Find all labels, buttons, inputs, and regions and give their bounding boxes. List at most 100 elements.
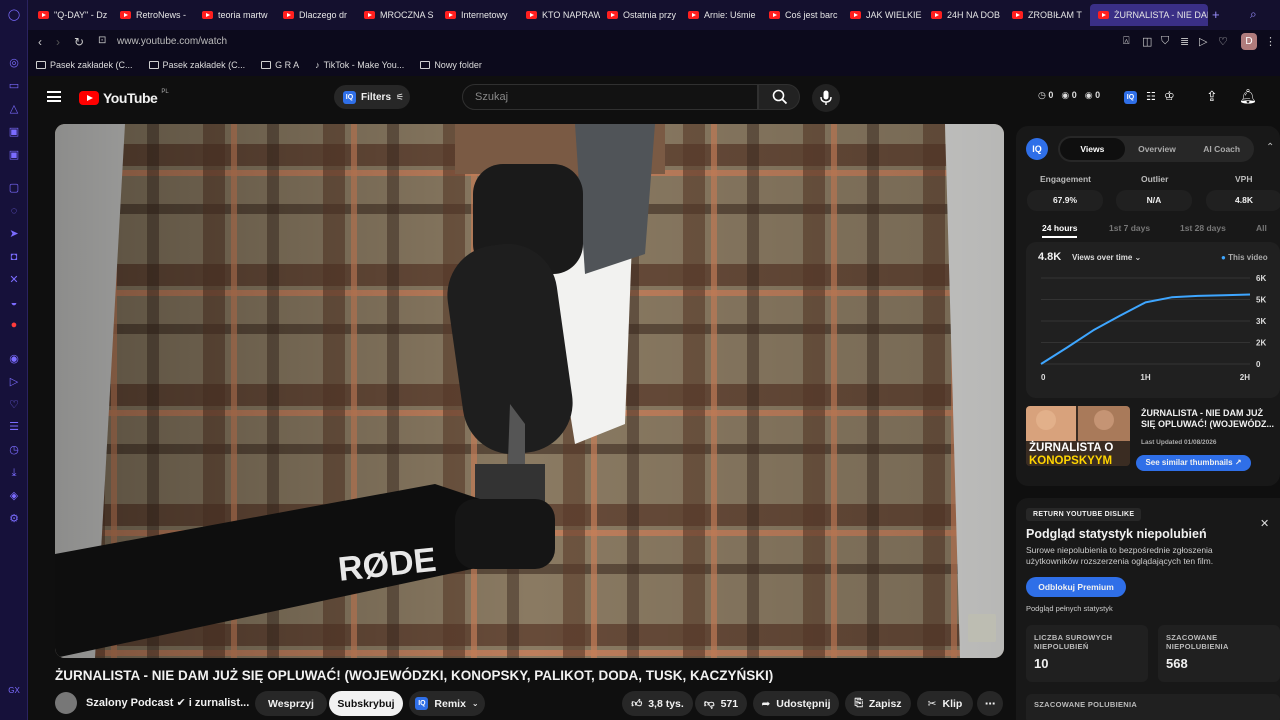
messenger-icon[interactable]: ◌ [7,204,21,218]
channel-name[interactable]: Szalony Podcast ✔ i zurnalist... [86,696,249,709]
tab-ai-coach[interactable]: AI Coach [1189,144,1254,154]
browser-tab[interactable]: 24H NA DOB [931,6,1005,24]
new-tab-icon[interactable]: + [1212,7,1220,22]
youtube-icon [202,11,213,19]
x-icon[interactable]: ✕ [7,273,21,287]
channel-avatar[interactable] [55,692,77,714]
browser-tab[interactable]: Coś jest barc [769,6,843,24]
hamburger-menu-icon[interactable] [47,91,61,102]
history-rail-icon[interactable]: ☰ [7,420,21,434]
snapshot-icon[interactable]: ◫ [1142,35,1152,48]
browser-tab[interactable]: Arnie: Uśmie [688,6,762,24]
browser-tab[interactable]: KTO NAPRAW [526,6,600,24]
create-upload-icon[interactable]: ⇪ [1206,88,1218,105]
browser-tab[interactable]: JAK WIELKIE [850,6,924,24]
subscribe-button[interactable]: Subskrybuj [329,691,403,716]
heart-icon[interactable]: ♡ [1218,35,1228,48]
discord-icon[interactable]: ◒ [7,296,21,310]
video-player[interactable]: RØDE [55,124,1004,658]
search-button[interactable] [758,84,800,110]
back-icon[interactable]: ‹ [38,35,42,49]
ryd-preview-text: Podgląd pełnych statystyk [1026,604,1113,613]
vidiq-checklist-icon[interactable]: ☷ [1146,90,1156,103]
range-all[interactable]: All [1256,223,1267,233]
easy-setup-icon[interactable]: ≣ [1180,35,1189,48]
more-actions-button[interactable]: ⋯ [977,691,1003,716]
similar-thumbnail[interactable]: ŻURNALISTA O KONOPSKYYM [1026,406,1130,466]
x-tick-label: 1H [1140,373,1150,382]
notifications-icon[interactable]: 🔔︎ [1239,88,1257,105]
bookmark-item[interactable]: G R A [261,60,299,70]
clock-icon[interactable]: ◷ [7,443,21,457]
browser-tab[interactable]: RetroNews - [120,6,194,24]
menu-icon[interactable]: ⋮ [1265,35,1276,48]
achievement-icon[interactable]: ♔ [1164,89,1175,103]
send-icon[interactable]: ▷ [7,375,21,389]
record-icon[interactable]: ● [7,318,21,332]
download-icon[interactable]: ⤓ [7,466,21,480]
profile-avatar[interactable]: D [1241,33,1257,50]
filters-button[interactable]: IQ Filters ⚟ [334,85,410,109]
browser-tab[interactable]: Internetowy [445,6,519,24]
browser-tab[interactable]: MROCZNA S [364,6,438,24]
search-input[interactable]: Szukaj [462,84,758,110]
tab-search-icon[interactable]: ⌕ [1250,7,1257,22]
heart-icon[interactable]: ♡ [7,398,21,412]
bookmark-item[interactable]: Pasek zakładek (C... [148,60,245,70]
instagram-icon[interactable]: ◘ [7,250,21,264]
spotify-icon[interactable]: ◉ [7,352,21,366]
pin-icon[interactable]: ⍓ [1123,35,1130,48]
browser-tab-active[interactable]: ŻURNALISTA - NIE DAM [1090,4,1208,26]
tab-overview[interactable]: Overview [1125,144,1190,154]
twitch-icon[interactable]: ▢ [7,181,21,195]
share-button[interactable]: ➦ Udostępnij [753,691,839,716]
aria-icon[interactable]: ◎ [7,56,21,70]
telegram-icon[interactable]: ➤ [7,227,21,241]
bookmark-item[interactable]: Pasek zakładek (C... [36,60,133,70]
site-info-icon[interactable]: ⊡ [98,35,106,46]
range-28d[interactable]: 1st 28 days [1180,223,1226,233]
youtube-logo[interactable]: YouTube PL [79,89,169,106]
like-button[interactable]: 👍︎ 3,8 tys. [622,691,693,716]
flow-icon[interactable]: △ [7,102,21,116]
workspace-icon[interactable]: ▭ [7,79,21,93]
browser-tab[interactable]: ZROBIŁAM T [1012,6,1086,24]
browser-tab[interactable]: Dlaczego dr [283,6,357,24]
endscreen-thumbnail[interactable] [968,614,996,642]
support-button[interactable]: Wesprzyj [255,691,327,716]
forward-icon[interactable]: › [56,35,60,49]
browser-tab[interactable]: Ostatnia przy [607,6,681,24]
series-line [1040,293,1251,365]
shield-icon[interactable]: ⛉ [1161,35,1169,48]
bookmark-icon: ⎘ [854,697,863,709]
extensions-rail-icon[interactable]: ◈ [7,489,21,503]
browser-tab[interactable]: "Q-DAY" - Dz [38,6,113,24]
reload-icon[interactable]: ↻ [74,35,84,49]
save-button[interactable]: ⎘ Zapisz [845,691,911,716]
flow-send-icon[interactable]: ▷ [1199,35,1207,48]
vidiq-logo-icon: IQ [1026,138,1048,160]
vidiq-icon[interactable]: IQ [1124,91,1137,104]
thumbs-up-icon: 👍︎ [631,698,643,710]
dislike-button[interactable]: 👎︎ 571 [695,691,747,716]
opera-icon[interactable]: ◯ [7,8,21,22]
bookmark-item[interactable]: Nowy folder [420,60,482,70]
browser-tab[interactable]: teoria martw [202,6,276,24]
see-similar-thumbnails-button[interactable]: See similar thumbnails ↗ [1136,455,1251,471]
voice-search-button[interactable] [812,84,840,112]
gx-icon[interactable]: GX [7,684,21,698]
settings-icon[interactable]: ⚙ [7,512,21,526]
url-field[interactable]: www.youtube.com/watch [117,36,227,47]
collapse-icon[interactable]: ⌃ [1266,142,1274,153]
player-icon[interactable]: ▣ [7,125,21,139]
close-icon[interactable]: ✕ [1260,517,1269,530]
clip-button[interactable]: ✂ Klip [917,691,973,716]
bookmark-item[interactable]: ♪ TikTok - Make You... [315,60,404,70]
range-7d[interactable]: 1st 7 days [1109,223,1150,233]
remix-button[interactable]: IQ Remix ⌄ [409,691,485,716]
range-24h[interactable]: 24 hours [1042,223,1078,238]
vph-value: 4.8K [1206,190,1280,211]
unlock-premium-button[interactable]: Odblokuj Premium [1026,577,1126,597]
tools-icon[interactable]: ▣ [7,148,21,162]
tab-views[interactable]: Views [1060,138,1125,160]
